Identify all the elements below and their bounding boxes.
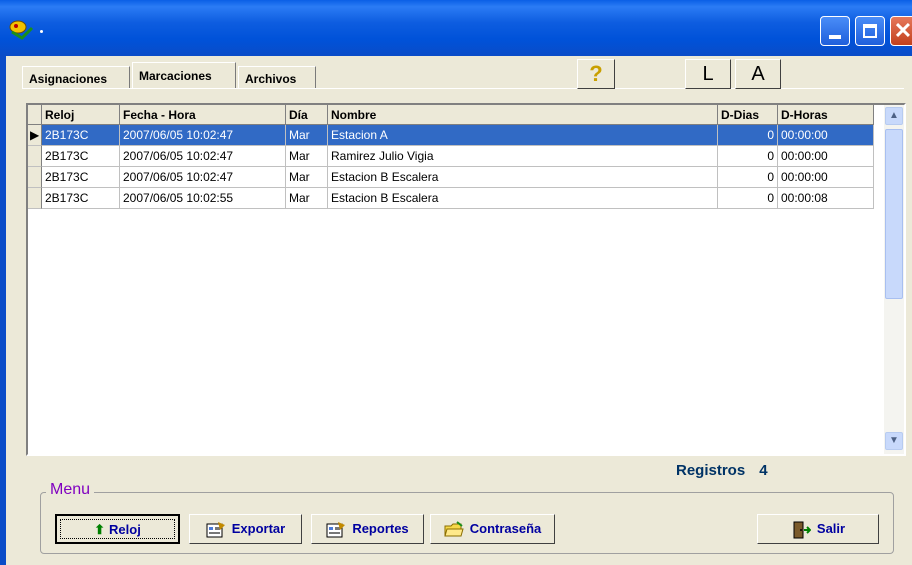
focus-rectangle	[60, 519, 175, 539]
cell-dia: Mar	[286, 125, 328, 146]
contrasena-button-label: Contraseña	[469, 521, 542, 536]
cell-fecha-hora: 2007/06/05 10:02:47	[120, 146, 286, 167]
cell-fecha-hora: 2007/06/05 10:02:47	[120, 167, 286, 188]
cell-nombre: Estacion B Escalera	[328, 188, 718, 209]
minimize-button[interactable]	[820, 16, 850, 46]
table-row[interactable]: 2B173C 2007/06/05 10:02:47 Mar Ramirez J…	[28, 146, 884, 167]
cell-d-dias: 0	[718, 146, 778, 167]
question-icon: ?	[589, 61, 603, 86]
row-indicator	[28, 146, 42, 167]
scroll-down-button[interactable]: ▼	[885, 432, 903, 450]
cell-d-dias: 0	[718, 188, 778, 209]
l-button[interactable]: L	[685, 59, 731, 89]
cell-reloj: 2B173C	[42, 167, 120, 188]
current-row-icon: ▶	[28, 125, 42, 146]
exportar-button-label: Exportar	[231, 521, 286, 536]
cell-fecha-hora: 2007/06/05 10:02:55	[120, 188, 286, 209]
salir-button[interactable]: Salir	[757, 514, 879, 544]
close-button[interactable]: ✕	[890, 16, 912, 46]
a-button[interactable]: A	[735, 59, 781, 89]
exportar-button[interactable]: Exportar	[189, 514, 302, 544]
reloj-button[interactable]: ⬆ Reloj	[55, 514, 180, 544]
cell-reloj: 2B173C	[42, 125, 120, 146]
cell-d-horas: 00:00:00	[778, 167, 874, 188]
contrasena-button[interactable]: Contraseña	[430, 514, 555, 544]
column-header-d-horas[interactable]: D-Horas	[778, 105, 874, 125]
cell-nombre: Estacion B Escalera	[328, 167, 718, 188]
cell-d-horas: 00:00:00	[778, 125, 874, 146]
cell-d-horas: 00:00:00	[778, 146, 874, 167]
cell-dia: Mar	[286, 188, 328, 209]
export-icon	[206, 521, 225, 538]
main-window: ✕ Asignaciones Marcaciones Archivos ? L …	[0, 0, 912, 565]
table-row[interactable]: ▶ 2B173C 2007/06/05 10:02:47 Mar Estacio…	[28, 125, 884, 146]
reportes-button[interactable]: Reportes	[311, 514, 424, 544]
app-icon	[9, 20, 34, 40]
folder-icon	[444, 520, 464, 537]
vertical-scrollbar[interactable]: ▲ ▼	[884, 105, 904, 454]
maximize-icon	[863, 24, 877, 38]
cell-d-dias: 0	[718, 125, 778, 146]
table-row[interactable]: 2B173C 2007/06/05 10:02:55 Mar Estacion …	[28, 188, 884, 209]
window-border	[0, 56, 6, 565]
cell-d-dias: 0	[718, 167, 778, 188]
minimize-icon	[829, 35, 841, 39]
chevron-down-icon: ▼	[889, 435, 899, 446]
cell-nombre: Ramirez Julio Vigia	[328, 146, 718, 167]
cell-dia: Mar	[286, 167, 328, 188]
tab-asignaciones[interactable]: Asignaciones	[22, 66, 130, 88]
menu-legend: Menu	[46, 481, 95, 499]
column-header-reloj[interactable]: Reloj	[42, 105, 120, 125]
cell-fecha-hora: 2007/06/05 10:02:47	[120, 125, 286, 146]
maximize-button[interactable]	[855, 16, 885, 46]
cell-nombre: Estacion A	[328, 125, 718, 146]
cell-d-horas: 00:00:08	[778, 188, 874, 209]
column-header-d-dias[interactable]: D-Dias	[718, 105, 778, 125]
marcaciones-grid[interactable]: Reloj Fecha - Hora Día Nombre D-Dias D-H…	[26, 103, 906, 456]
table-row[interactable]: 2B173C 2007/06/05 10:02:47 Mar Estacion …	[28, 167, 884, 188]
row-indicator	[28, 188, 42, 209]
row-indicator-header	[28, 105, 42, 125]
cell-reloj: 2B173C	[42, 146, 120, 167]
salir-button-label: Salir	[816, 521, 846, 536]
close-icon: ✕	[893, 18, 912, 43]
tab-archivos[interactable]: Archivos	[238, 66, 316, 88]
cell-dia: Mar	[286, 146, 328, 167]
column-header-dia[interactable]: Día	[286, 105, 328, 125]
scroll-up-button[interactable]: ▲	[885, 107, 903, 125]
registros-label: Registros	[676, 462, 746, 479]
report-icon	[326, 521, 346, 538]
registros-count: 4	[759, 462, 768, 479]
cell-reloj: 2B173C	[42, 188, 120, 209]
exit-door-icon	[793, 521, 811, 539]
scrollbar-thumb[interactable]	[885, 129, 903, 299]
tab-marcaciones[interactable]: Marcaciones	[132, 62, 236, 88]
column-header-fecha-hora[interactable]: Fecha - Hora	[120, 105, 286, 125]
window-title	[40, 30, 43, 33]
registros-counter: Registros 4	[676, 462, 768, 479]
row-indicator	[28, 167, 42, 188]
help-button[interactable]: ?	[577, 59, 615, 89]
title-bar[interactable]: ✕	[0, 0, 912, 56]
reportes-button-label: Reportes	[352, 521, 409, 536]
column-header-nombre[interactable]: Nombre	[328, 105, 718, 125]
chevron-up-icon: ▲	[889, 110, 899, 121]
